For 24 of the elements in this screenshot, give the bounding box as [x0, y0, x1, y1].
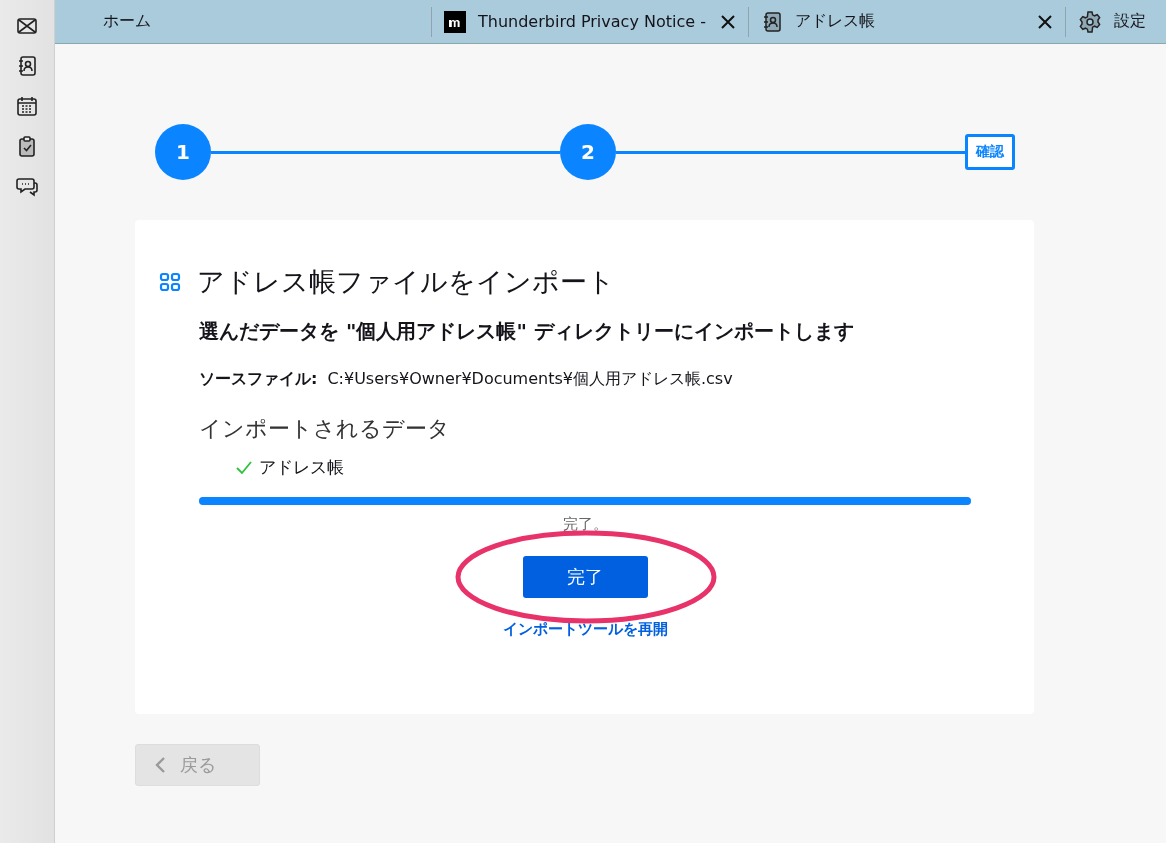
settings-icon — [1078, 9, 1102, 34]
import-heading: 選んだデータを "個人用アドレス帳" ディレクトリーにインポートします — [199, 318, 855, 345]
m-logo-icon — [444, 10, 466, 33]
step-indicator: 確認 — [965, 134, 1015, 170]
restart-import-link[interactable]: インポートツールを再開 — [502, 620, 668, 639]
tab[interactable]: 設定 — [1065, 6, 1158, 37]
data-heading: インポートされるデータ — [199, 415, 451, 443]
status-text: 完了。 — [562, 515, 608, 534]
step-indicator: 2 — [560, 124, 616, 180]
data-item: アドレス帳 — [259, 456, 344, 479]
source-label: ソースファイル: — [199, 369, 318, 390]
tab[interactable]: アドレス帳 — [748, 6, 1065, 37]
close-icon[interactable] — [720, 13, 736, 30]
calendar-icon[interactable] — [15, 94, 39, 118]
card-title: アドレス帳ファイルをインポート — [197, 265, 615, 299]
tab[interactable]: Thunderbird Privacy Notice - — [431, 6, 748, 37]
close-icon[interactable] — [1037, 13, 1053, 30]
address-book-icon — [761, 10, 783, 33]
step-indicator: 1 — [155, 124, 211, 180]
finish-button[interactable]: 完了 — [522, 556, 648, 598]
tab[interactable]: ホーム — [55, 6, 431, 37]
source-path: C:¥Users¥Owner¥Documents¥個人用アドレス帳.csv — [327, 369, 733, 390]
grid-icon — [159, 271, 181, 293]
chevron-left-icon — [154, 756, 166, 774]
